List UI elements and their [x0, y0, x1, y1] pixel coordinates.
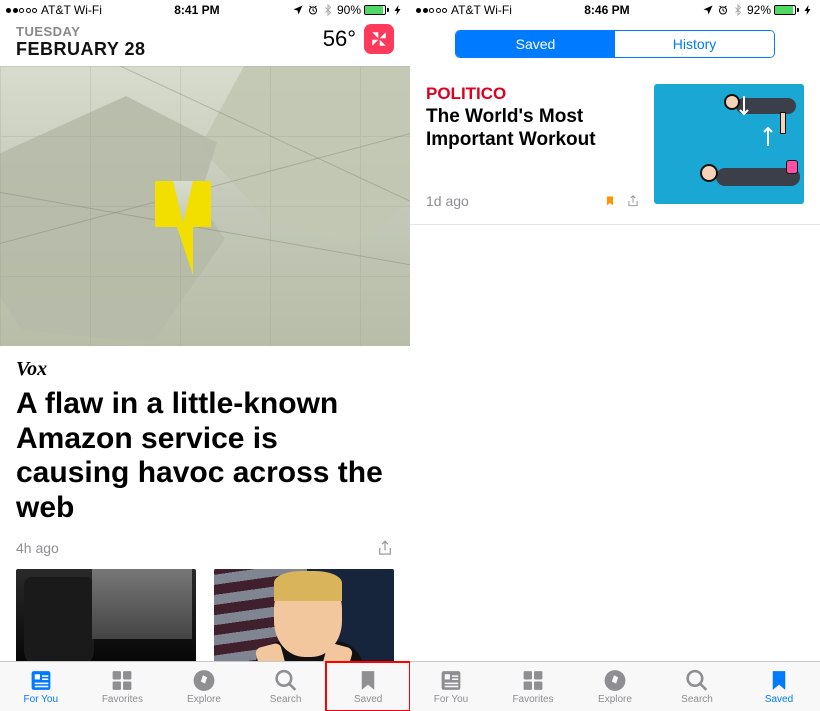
article-source: Vox	[0, 346, 410, 385]
tabbar: For You Favorites Explore Search Saved	[410, 661, 820, 711]
alarm-icon	[307, 4, 319, 16]
apple-news-icon[interactable]	[364, 24, 394, 54]
battery-icon	[774, 5, 799, 15]
explore-icon	[602, 668, 628, 693]
tab-search[interactable]: Search	[656, 662, 738, 711]
battery-icon	[364, 5, 389, 15]
tab-label: Search	[681, 694, 713, 705]
bookmark-icon	[766, 668, 792, 693]
location-icon	[292, 4, 304, 16]
search-icon	[273, 668, 299, 693]
segment-saved[interactable]: Saved	[456, 31, 615, 57]
foryou-icon	[28, 668, 54, 693]
tab-label: Saved	[765, 694, 793, 705]
tab-label: Explore	[187, 694, 221, 705]
favorites-icon	[109, 668, 135, 693]
foryou-icon	[438, 668, 464, 693]
tab-favorites[interactable]: Favorites	[82, 662, 164, 711]
news-header: TUESDAY FEBRUARY 28 56°	[0, 20, 410, 66]
tab-label: Saved	[354, 694, 382, 705]
battery-percent: 92%	[747, 3, 771, 17]
header-date: FEBRUARY 28	[16, 39, 146, 60]
hero-article[interactable]: Vox A flaw in a little-known Amazon serv…	[0, 66, 410, 569]
screen-news-foryou: AT&T Wi-Fi 8:41 PM 90% TUESDAY FEBRUARY …	[0, 0, 410, 711]
statusbar: AT&T Wi-Fi 8:41 PM 90%	[0, 0, 410, 20]
bluetooth-icon	[322, 4, 334, 16]
article-source: POLITICO	[426, 84, 640, 104]
tab-explore[interactable]: Explore	[574, 662, 656, 711]
tab-saved[interactable]: Saved	[738, 662, 820, 711]
tab-label: Favorites	[102, 694, 143, 705]
tab-favorites[interactable]: Favorites	[492, 662, 574, 711]
statusbar-time: 8:41 PM	[174, 3, 219, 17]
header-temperature: 56°	[323, 26, 356, 52]
hero-image	[0, 66, 410, 346]
header-dayofweek: TUESDAY	[16, 24, 146, 39]
tab-label: For You	[434, 694, 468, 705]
statusbar: AT&T Wi-Fi 8:46 PM 92%	[410, 0, 820, 20]
carrier-label: AT&T Wi-Fi	[41, 3, 102, 17]
location-icon	[702, 4, 714, 16]
statusbar-time: 8:46 PM	[584, 3, 629, 17]
signal-dots-icon	[6, 8, 37, 13]
explore-icon	[191, 668, 217, 693]
tab-search[interactable]: Search	[245, 662, 327, 711]
article-time: 1d ago	[426, 193, 469, 209]
bookmark-filled-icon[interactable]	[604, 193, 616, 209]
search-icon	[684, 668, 710, 693]
segment-history[interactable]: History	[615, 31, 774, 57]
tab-for-you[interactable]: For You	[0, 662, 82, 711]
carrier-label: AT&T Wi-Fi	[451, 3, 512, 17]
battery-percent: 90%	[337, 3, 361, 17]
article-thumbnail	[654, 84, 804, 204]
charging-icon	[802, 4, 814, 16]
article-headline: A flaw in a little-known Amazon service …	[0, 385, 410, 533]
bluetooth-icon	[732, 4, 744, 16]
tabbar: For You Favorites Explore Search Saved	[0, 661, 410, 711]
saved-article-row[interactable]: POLITICO The World's Most Important Work…	[410, 70, 820, 225]
charging-icon	[392, 4, 404, 16]
screen-news-saved: AT&T Wi-Fi 8:46 PM 92% Saved History POL…	[410, 0, 820, 711]
article-time: 4h ago	[16, 540, 59, 556]
tab-explore[interactable]: Explore	[163, 662, 245, 711]
bookmark-icon	[355, 668, 381, 693]
alarm-icon	[717, 4, 729, 16]
tab-for-you[interactable]: For You	[410, 662, 492, 711]
tab-label: Explore	[598, 694, 632, 705]
tab-label: Favorites	[512, 694, 553, 705]
segmented-control: Saved History	[455, 30, 775, 58]
tab-label: Search	[270, 694, 302, 705]
tab-saved[interactable]: Saved	[325, 661, 410, 711]
share-icon[interactable]	[376, 537, 394, 559]
tab-label: For You	[24, 694, 58, 705]
article-title: The World's Most Important Workout	[426, 106, 640, 152]
signal-dots-icon	[416, 8, 447, 13]
favorites-icon	[520, 668, 546, 693]
share-icon[interactable]	[626, 192, 640, 210]
vox-logo-icon	[155, 181, 225, 276]
